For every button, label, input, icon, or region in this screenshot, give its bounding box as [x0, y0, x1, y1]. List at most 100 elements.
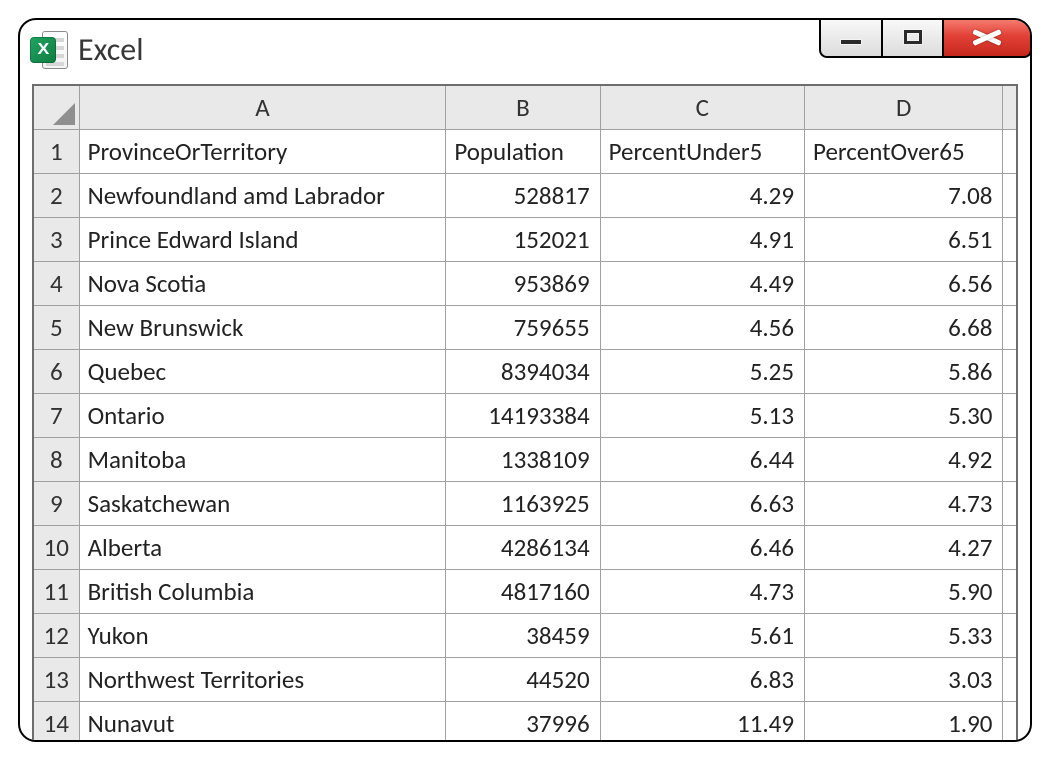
cell[interactable]: Prince Edward Island — [79, 217, 446, 261]
table-row: 14 Nunavut 37996 11.49 1.90 — [33, 701, 1017, 740]
cell[interactable]: Manitoba — [79, 437, 446, 481]
cell[interactable]: 4.92 — [805, 437, 1003, 481]
cell[interactable]: 3.03 — [805, 657, 1003, 701]
cell[interactable]: Nova Scotia — [79, 261, 446, 305]
minimize-button[interactable] — [819, 18, 883, 58]
column-header-C[interactable]: C — [600, 85, 804, 129]
row-header[interactable]: 3 — [33, 217, 79, 261]
row-header[interactable]: 5 — [33, 305, 79, 349]
cell[interactable]: 5.61 — [600, 613, 804, 657]
cell-pad — [1003, 437, 1017, 481]
cell[interactable]: 37996 — [446, 701, 600, 740]
cell[interactable]: Saskatchewan — [79, 481, 446, 525]
cell[interactable]: 6.56 — [805, 261, 1003, 305]
cell-pad — [1003, 349, 1017, 393]
table-row: 1 ProvinceOrTerritory Population Percent… — [33, 129, 1017, 173]
app-title: Excel — [78, 30, 144, 69]
cell-B1[interactable]: Population — [446, 129, 600, 173]
row-header[interactable]: 14 — [33, 701, 79, 740]
table-row: 7 Ontario 14193384 5.13 5.30 — [33, 393, 1017, 437]
window-controls — [822, 18, 1033, 58]
cell[interactable]: 5.90 — [805, 569, 1003, 613]
cell-pad — [1003, 481, 1017, 525]
cell[interactable]: 4.29 — [600, 173, 804, 217]
cell[interactable]: Alberta — [79, 525, 446, 569]
maximize-button[interactable] — [881, 18, 945, 58]
cell[interactable]: 1338109 — [446, 437, 600, 481]
column-header-pad — [1003, 85, 1017, 129]
row-header[interactable]: 11 — [33, 569, 79, 613]
row-header[interactable]: 9 — [33, 481, 79, 525]
row-header[interactable]: 8 — [33, 437, 79, 481]
row-header[interactable]: 4 — [33, 261, 79, 305]
cell[interactable]: 8394034 — [446, 349, 600, 393]
maximize-icon — [904, 30, 922, 44]
cell[interactable]: 4.73 — [805, 481, 1003, 525]
cell[interactable]: 5.33 — [805, 613, 1003, 657]
table-row: 11 British Columbia 4817160 4.73 5.90 — [33, 569, 1017, 613]
cell[interactable]: 4.56 — [600, 305, 804, 349]
cell-D1[interactable]: PercentOver65 — [805, 129, 1003, 173]
cell[interactable]: 1.90 — [805, 701, 1003, 740]
cell-pad — [1003, 393, 1017, 437]
cell[interactable]: Yukon — [79, 613, 446, 657]
app-window: X Excel A B — [18, 18, 1032, 742]
cell[interactable]: 4817160 — [446, 569, 600, 613]
cell[interactable]: British Columbia — [79, 569, 446, 613]
cell-C1[interactable]: PercentUnder5 — [600, 129, 804, 173]
cell[interactable]: 4.91 — [600, 217, 804, 261]
row-header[interactable]: 1 — [33, 129, 79, 173]
cell[interactable]: 6.46 — [600, 525, 804, 569]
column-header-B[interactable]: B — [446, 85, 600, 129]
cell[interactable]: 11.49 — [600, 701, 804, 740]
cell-pad — [1003, 217, 1017, 261]
column-header-A[interactable]: A — [79, 85, 446, 129]
row-header[interactable]: 7 — [33, 393, 79, 437]
cell[interactable]: 44520 — [446, 657, 600, 701]
cell[interactable]: New Brunswick — [79, 305, 446, 349]
cell[interactable]: 528817 — [446, 173, 600, 217]
cell[interactable]: 4.27 — [805, 525, 1003, 569]
cell[interactable]: 6.63 — [600, 481, 804, 525]
cell[interactable]: 953869 — [446, 261, 600, 305]
cell[interactable]: 14193384 — [446, 393, 600, 437]
row-header[interactable]: 2 — [33, 173, 79, 217]
cell[interactable]: 6.51 — [805, 217, 1003, 261]
cell-pad — [1003, 305, 1017, 349]
excel-icon-letter: X — [37, 41, 49, 59]
sheet-table: A B C D 1 ProvinceOrTerritory Population… — [32, 84, 1018, 740]
row-header[interactable]: 12 — [33, 613, 79, 657]
cell[interactable]: Quebec — [79, 349, 446, 393]
row-header[interactable]: 10 — [33, 525, 79, 569]
cell[interactable]: 5.86 — [805, 349, 1003, 393]
cell[interactable]: 6.83 — [600, 657, 804, 701]
spreadsheet-grid[interactable]: A B C D 1 ProvinceOrTerritory Population… — [32, 84, 1018, 740]
cell[interactable]: 38459 — [446, 613, 600, 657]
select-all-corner[interactable] — [33, 85, 79, 129]
cell[interactable]: 759655 — [446, 305, 600, 349]
cell[interactable]: 1163925 — [446, 481, 600, 525]
cell-A1[interactable]: ProvinceOrTerritory — [79, 129, 446, 173]
row-header[interactable]: 13 — [33, 657, 79, 701]
cell[interactable]: 4.49 — [600, 261, 804, 305]
title-left: X Excel — [30, 20, 144, 69]
cell[interactable]: 5.13 — [600, 393, 804, 437]
close-icon — [972, 27, 1002, 47]
column-header-D[interactable]: D — [805, 85, 1003, 129]
cell[interactable]: 6.44 — [600, 437, 804, 481]
cell[interactable]: 4.73 — [600, 569, 804, 613]
cell[interactable]: 152021 — [446, 217, 600, 261]
close-button[interactable] — [942, 18, 1032, 58]
row-header[interactable]: 6 — [33, 349, 79, 393]
cell-pad — [1003, 129, 1017, 173]
cell[interactable]: 6.68 — [805, 305, 1003, 349]
cell[interactable]: 5.30 — [805, 393, 1003, 437]
cell[interactable]: 5.25 — [600, 349, 804, 393]
cell[interactable]: Nunavut — [79, 701, 446, 740]
cell[interactable]: Ontario — [79, 393, 446, 437]
cell[interactable]: Northwest Territories — [79, 657, 446, 701]
cell[interactable]: 7.08 — [805, 173, 1003, 217]
table-row: 13 Northwest Territories 44520 6.83 3.03 — [33, 657, 1017, 701]
cell[interactable]: Newfoundland amd Labrador — [79, 173, 446, 217]
cell[interactable]: 4286134 — [446, 525, 600, 569]
